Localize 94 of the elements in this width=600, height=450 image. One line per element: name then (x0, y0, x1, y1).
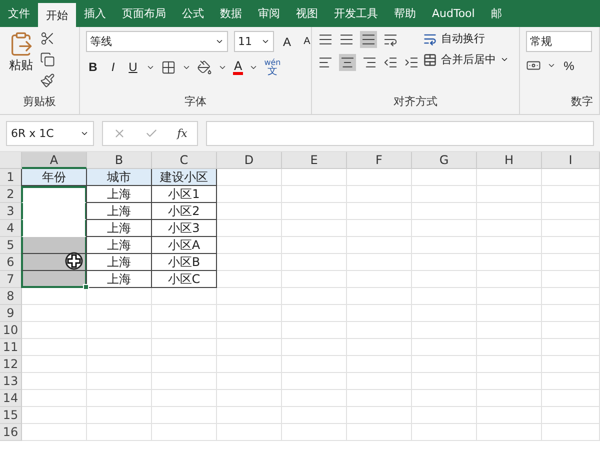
paint-bucket-icon[interactable] (197, 60, 212, 74)
caret-icon[interactable] (261, 37, 270, 46)
table-cell: 上海 (86, 271, 152, 288)
formula-input[interactable] (206, 120, 594, 146)
row-header[interactable]: 4 (0, 220, 22, 237)
paintbrush-icon[interactable] (40, 73, 55, 88)
ribbon-tab[interactable]: 插入 (76, 0, 114, 27)
table-cell: 上海 (86, 254, 152, 271)
scissors-icon[interactable] (40, 31, 55, 46)
row-header[interactable]: 1 (0, 169, 22, 186)
ribbon-tab[interactable]: 邮 (482, 0, 510, 27)
row-header[interactable]: 7 (0, 271, 22, 288)
column-header[interactable]: F (347, 152, 412, 169)
caret-icon[interactable] (547, 61, 556, 70)
row-header[interactable]: 16 (0, 424, 22, 441)
ribbon-tab[interactable]: 文件 (0, 0, 38, 27)
table-cell: 上海 (86, 203, 152, 220)
name-box[interactable]: 6R x 1C (6, 120, 94, 146)
row-header[interactable]: 10 (0, 322, 22, 339)
align-middle-icon[interactable] (339, 32, 354, 47)
ribbon-tab[interactable]: 页面布局 (114, 0, 174, 27)
table-cell: 小区1 (151, 186, 217, 203)
table-cell: 上海 (86, 220, 152, 237)
row-header[interactable]: 5 (0, 237, 22, 254)
wrap-text-button[interactable]: 自动换行 (423, 31, 509, 46)
row-header[interactable]: 11 (0, 339, 22, 356)
ribbon-tab[interactable]: 视图 (288, 0, 326, 27)
table-cell: 上海 (86, 186, 152, 203)
grow-font-button[interactable]: A (280, 34, 294, 48)
column-header[interactable]: I (542, 152, 600, 169)
ribbon-tab[interactable]: 帮助 (386, 0, 424, 27)
column-header[interactable]: G (412, 152, 477, 169)
row-header[interactable]: 3 (0, 203, 22, 220)
column-header[interactable]: A (22, 152, 87, 169)
caret-icon[interactable] (500, 55, 509, 64)
row-header[interactable]: 15 (0, 407, 22, 424)
ribbon-tab[interactable]: 开始 (38, 3, 76, 27)
column-header[interactable]: B (87, 152, 152, 169)
column-header[interactable]: H (477, 152, 542, 169)
row-header[interactable]: 9 (0, 305, 22, 322)
table-cell: 小区2 (151, 203, 217, 220)
insert-function-button[interactable]: fx (177, 126, 188, 140)
caret-icon[interactable] (215, 37, 224, 46)
ribbon-tab[interactable]: AudTool (424, 0, 483, 27)
group-label: 数字 (570, 94, 593, 110)
table-cell: 建设小区 (151, 169, 217, 186)
font-size-field[interactable]: 11 (234, 31, 274, 52)
table-cell: 上海 (86, 237, 152, 254)
align-left-icon[interactable] (318, 55, 333, 70)
row-header[interactable]: 12 (0, 356, 22, 373)
ribbon-tab[interactable]: 公式 (174, 0, 212, 27)
table-cell: 年份 (21, 169, 87, 186)
table-cell: 小区A (151, 237, 217, 254)
group-label: 对齐方式 (392, 94, 438, 110)
number-format-field[interactable]: 常规 (526, 31, 592, 52)
merge-cells-icon (423, 52, 437, 66)
row-header[interactable]: 6 (0, 254, 22, 271)
row-header[interactable]: 8 (0, 288, 22, 305)
italic-button[interactable]: I (106, 60, 120, 74)
paste-button[interactable]: 粘贴 (6, 31, 36, 94)
align-right-icon[interactable] (362, 55, 377, 70)
row-header[interactable]: 2 (0, 186, 22, 203)
row-header[interactable]: 13 (0, 373, 22, 390)
fill-handle[interactable] (83, 284, 89, 290)
border-grid-icon[interactable] (161, 60, 176, 74)
align-top-icon[interactable] (318, 32, 333, 47)
table-cell: 小区3 (151, 220, 217, 237)
ribbon-tab[interactable]: 开发工具 (326, 0, 386, 27)
column-header[interactable]: E (282, 152, 347, 169)
check-icon[interactable] (144, 126, 158, 140)
table-cell: 小区B (151, 254, 217, 271)
group-label: 剪贴板 (22, 94, 57, 110)
ribbon-tab[interactable]: 审阅 (250, 0, 288, 27)
copy-icon[interactable] (40, 52, 55, 67)
row-header[interactable]: 14 (0, 390, 22, 407)
merge-center-button[interactable]: 合并后居中 (423, 52, 509, 67)
group-label: 字体 (184, 94, 208, 110)
wrap-text-icon (423, 32, 437, 46)
phonetic-button[interactable]: wén 文 (264, 58, 281, 76)
indent-increase-icon[interactable] (404, 55, 419, 70)
align-center-icon[interactable] (339, 54, 356, 71)
font-name-field[interactable]: 等线 (86, 31, 228, 52)
ribbon-tab[interactable]: 数据 (212, 0, 250, 27)
underline-button[interactable]: U (126, 60, 140, 74)
align-bottom-icon[interactable] (360, 31, 377, 48)
indent-decrease-icon[interactable] (383, 55, 398, 70)
table-cell: 小区C (151, 271, 217, 288)
bold-button[interactable]: B (86, 60, 100, 74)
font-color-button[interactable]: A (233, 60, 244, 74)
percent-button[interactable]: % (562, 58, 576, 72)
table-cell: 城市 (86, 169, 152, 186)
shrink-font-button[interactable]: A (300, 36, 314, 47)
column-header[interactable]: C (152, 152, 217, 169)
column-header[interactable]: D (217, 152, 282, 169)
